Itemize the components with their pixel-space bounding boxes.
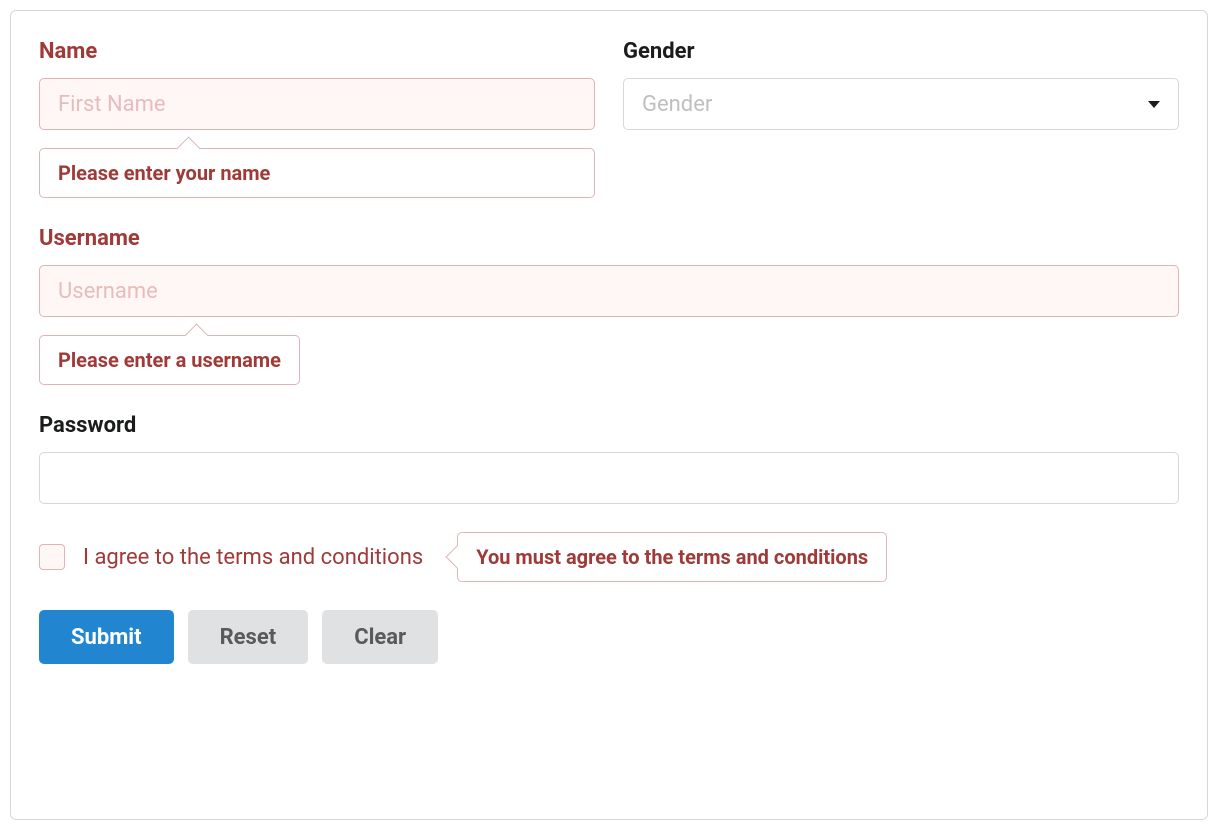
gender-placeholder: Gender (642, 92, 712, 117)
name-field-group: Name Please enter your name (39, 39, 595, 198)
password-input[interactable] (39, 452, 1179, 504)
username-field-group: Username Please enter a username (39, 226, 1179, 385)
terms-row: I agree to the terms and conditions You … (39, 532, 1179, 582)
button-row: Submit Reset Clear (39, 610, 1179, 664)
gender-label: Gender (623, 39, 1179, 64)
terms-checkbox-group: I agree to the terms and conditions (39, 544, 423, 570)
name-error-tooltip: Please enter your name (39, 148, 595, 198)
terms-error-tooltip: You must agree to the terms and conditio… (457, 532, 887, 582)
clear-button[interactable]: Clear (322, 610, 438, 664)
submit-button[interactable]: Submit (39, 610, 174, 664)
name-input[interactable] (39, 78, 595, 130)
form-container: Name Please enter your name Gender Gende… (10, 10, 1208, 820)
username-label: Username (39, 226, 1179, 251)
password-label: Password (39, 413, 1179, 438)
gender-field-group: Gender Gender (623, 39, 1179, 198)
gender-select[interactable]: Gender (623, 78, 1179, 130)
reset-button[interactable]: Reset (188, 610, 309, 664)
password-field-group: Password (39, 413, 1179, 504)
terms-checkbox[interactable] (39, 544, 65, 570)
chevron-down-icon (1148, 101, 1160, 108)
username-input[interactable] (39, 265, 1179, 317)
terms-label[interactable]: I agree to the terms and conditions (83, 545, 423, 570)
row-name-gender: Name Please enter your name Gender Gende… (39, 39, 1179, 198)
name-label: Name (39, 39, 595, 64)
username-error-tooltip: Please enter a username (39, 335, 300, 385)
